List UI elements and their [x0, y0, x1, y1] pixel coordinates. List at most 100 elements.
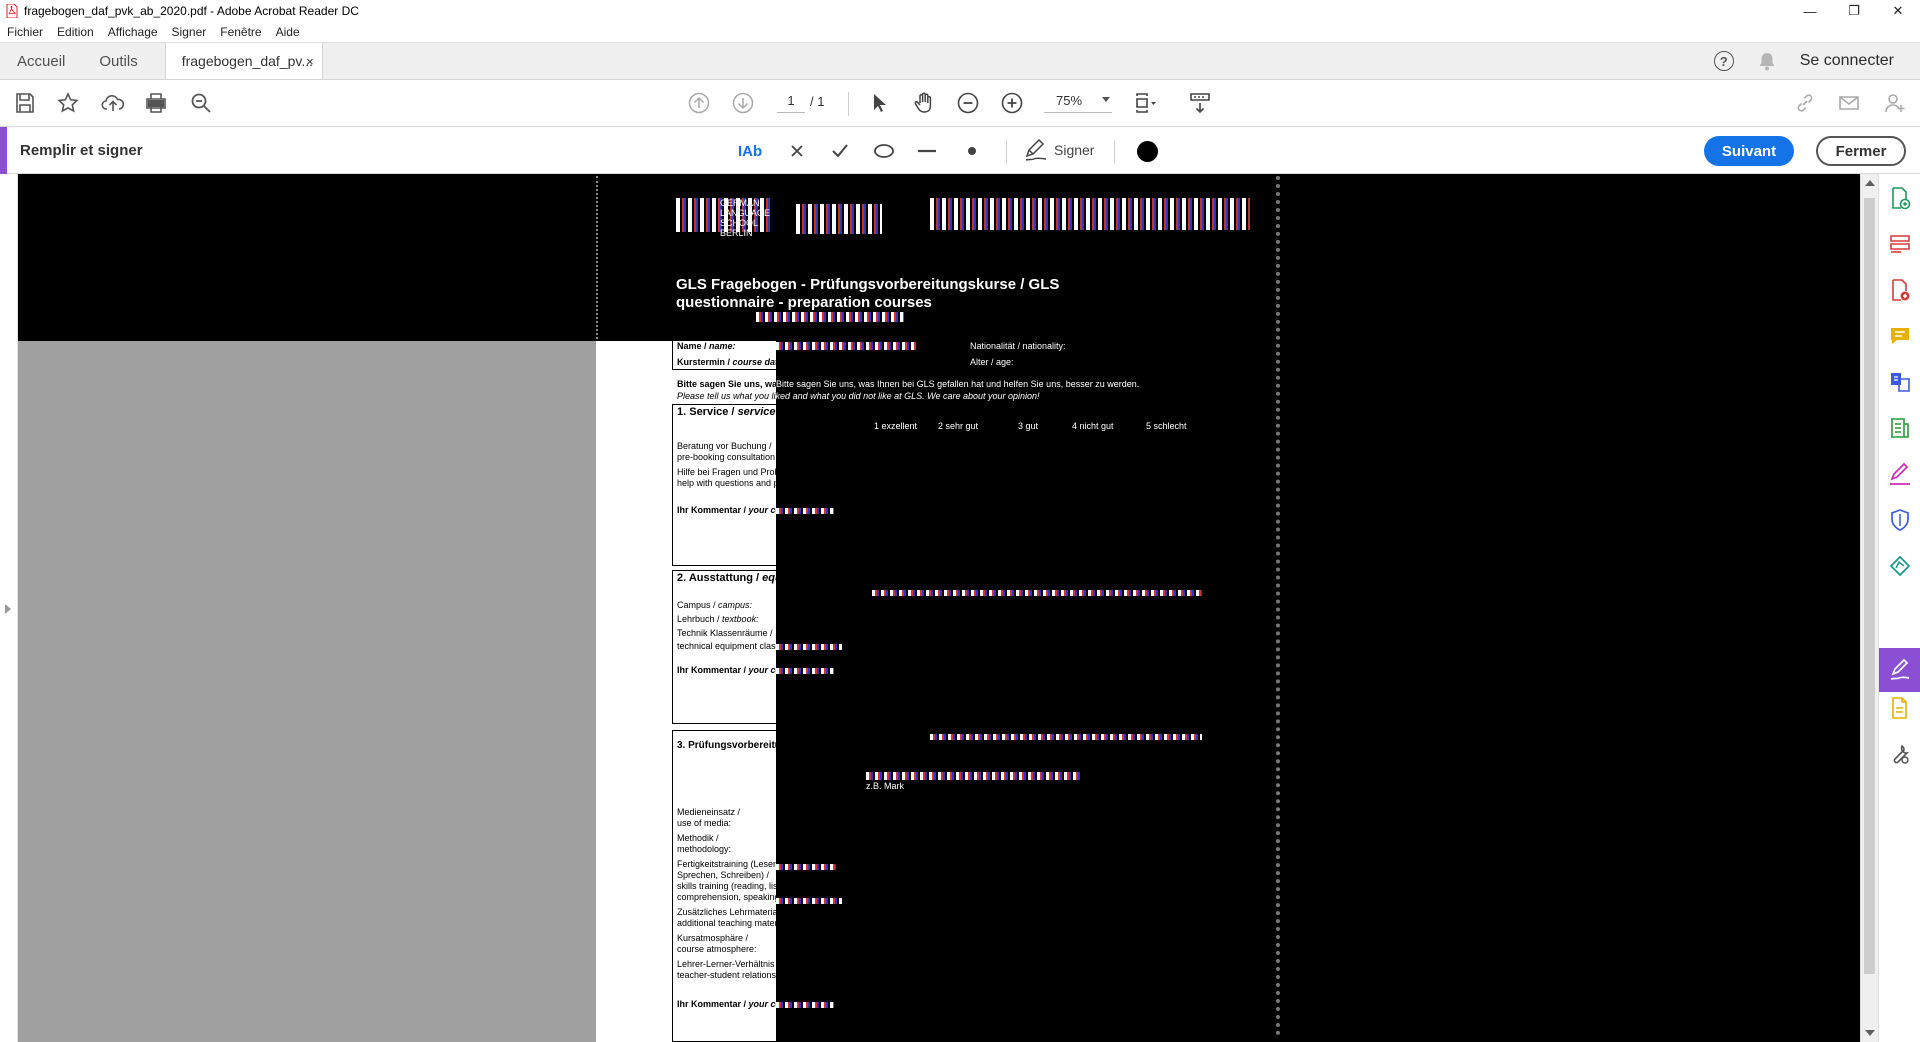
tab-home[interactable]: Accueil	[0, 43, 82, 79]
nationality-label: Nationalität / nationality:	[970, 341, 1066, 351]
s2-row3-en: technical equipment classrooms:	[677, 641, 776, 651]
s3-row6-en: course atmosphere:	[677, 944, 757, 954]
s2-row1: Campus / campus:	[677, 600, 753, 610]
hand-tool-icon[interactable]	[911, 90, 937, 116]
scroll-up-icon[interactable]	[1865, 180, 1875, 186]
scroll-thumb[interactable]	[1864, 198, 1875, 974]
window-title: fragebogen_daf_pvk_ab_2020.pdf - Adobe A…	[24, 4, 359, 18]
logo-text: GERMAN LANGUAGE SCHOOL BERLIN	[720, 198, 771, 238]
render-artifact	[756, 312, 904, 322]
share-link-icon[interactable]	[1792, 90, 1818, 116]
wrench-tools-icon[interactable]	[1888, 742, 1912, 766]
s3-row1-en: use of media:	[677, 818, 732, 828]
example-artifact	[866, 772, 1082, 780]
intro-en: Please tell us what you liked and what y…	[776, 391, 1040, 401]
bookmark-star-icon[interactable]	[55, 90, 81, 116]
checkmark-icon[interactable]	[830, 139, 850, 163]
menu-signer[interactable]: Signer	[165, 25, 214, 39]
add-person-icon[interactable]	[1882, 90, 1908, 116]
help-icon[interactable]: ?	[1713, 51, 1734, 71]
toolbar-divider	[848, 92, 849, 116]
create-pdf-icon[interactable]	[1888, 278, 1912, 302]
cloud-upload-icon[interactable]	[100, 90, 126, 116]
close-window-button[interactable]: ✕	[1876, 0, 1920, 22]
s2-row2: Lehrbuch / textbook:	[677, 614, 759, 624]
render-artifact	[776, 898, 842, 904]
right-tools-pane	[1878, 174, 1920, 1042]
pen-sign-icon	[1025, 139, 1047, 161]
vertical-scrollbar[interactable]	[1860, 174, 1878, 1042]
s3-row2-en: methodology:	[677, 844, 732, 854]
dot-icon[interactable]	[962, 139, 982, 163]
zoom-out-icon[interactable]	[955, 90, 981, 116]
section2-title: 2. Ausstattung / equipment & facilities	[677, 572, 876, 584]
ellipse-icon[interactable]	[872, 139, 896, 163]
print-icon[interactable]	[143, 90, 169, 116]
name-input-artifact[interactable]	[776, 342, 916, 350]
search-icon[interactable]	[188, 90, 214, 116]
select-pointer-icon[interactable]	[866, 90, 892, 116]
combine-files-icon[interactable]	[1888, 370, 1912, 394]
close-tab-icon[interactable]: ×	[306, 54, 314, 69]
tab-tools[interactable]: Outils	[82, 43, 154, 79]
fill-sign-tool-icon[interactable]	[1888, 462, 1912, 486]
s1-row1-en: pre-booking consultation:	[677, 452, 778, 462]
section3-title: 3. Prüfungsvorbereitungskurs	[677, 740, 820, 751]
email-icon[interactable]	[1836, 90, 1862, 116]
color-picker[interactable]	[1137, 141, 1158, 162]
acrobat-app-icon	[6, 3, 18, 19]
protect-shield-icon[interactable]	[1888, 508, 1912, 532]
menu-aide[interactable]: Aide	[269, 25, 307, 39]
tab-document[interactable]: fragebogen_daf_pv... ×	[164, 43, 323, 79]
zoom-level-select[interactable]: 75%	[1044, 93, 1112, 113]
zoom-in-icon[interactable]	[999, 90, 1025, 116]
s2-row3-de: Technik Klassenräume /	[677, 628, 773, 638]
main-toolbar: 1 / 1 75%	[0, 80, 1920, 127]
pdf-heading: GLS Fragebogen - Prüfungsvorbereitungsku…	[676, 276, 1060, 311]
organize-pages-icon[interactable]	[1888, 232, 1912, 256]
line-icon[interactable]	[916, 139, 938, 163]
expand-pane-icon[interactable]	[5, 604, 11, 614]
fill-sign-toolbar: Remplir et signer IAb Signer Suivant Fer…	[0, 127, 1920, 174]
export-pdf-icon[interactable]	[1888, 186, 1912, 210]
render-artifact	[776, 508, 834, 514]
bell-icon[interactable]	[1758, 51, 1776, 71]
menu-fenetre[interactable]: Fenêtre	[213, 25, 268, 39]
left-navigation-pane[interactable]	[0, 174, 18, 1042]
partner-logo	[796, 204, 882, 234]
next-page-icon[interactable]	[730, 90, 756, 116]
add-text-tool[interactable]: IAb	[738, 139, 762, 163]
menu-fichier[interactable]: Fichier	[0, 25, 50, 39]
render-artifact	[776, 864, 836, 870]
send-for-signature-icon[interactable]	[1888, 554, 1912, 578]
save-icon[interactable]	[12, 90, 38, 116]
minimize-button[interactable]: —	[1788, 0, 1832, 22]
page-total: / 1	[810, 94, 825, 109]
page-fit-icon[interactable]	[1132, 90, 1158, 116]
sign-in-link[interactable]: Se connecter	[1800, 52, 1894, 70]
menu-bar: Fichier Edition Affichage Signer Fenêtre…	[0, 22, 1920, 42]
scroll-down-icon[interactable]	[1865, 1030, 1875, 1036]
language-flags	[930, 198, 1250, 230]
menu-edition[interactable]: Edition	[50, 25, 101, 39]
fill-sign-active-icon[interactable]	[1879, 648, 1920, 692]
fill-sign-divider	[1006, 140, 1007, 164]
next-button[interactable]: Suivant	[1704, 136, 1794, 166]
cross-mark-icon[interactable]	[787, 139, 807, 163]
comment-icon[interactable]	[1888, 324, 1912, 348]
menu-affichage[interactable]: Affichage	[101, 25, 165, 39]
compress-pdf-icon[interactable]	[1888, 416, 1912, 440]
zoom-value: 75%	[1056, 93, 1083, 108]
sign-button[interactable]: Signer	[1024, 139, 1094, 161]
restore-button[interactable]: ❐	[1832, 0, 1876, 22]
scroll-mode-icon[interactable]	[1187, 90, 1213, 116]
chevron-down-icon	[1102, 97, 1110, 102]
fill-sign-title: Remplir et signer	[20, 142, 143, 159]
intro-de-visible: Bitte sagen Sie uns, was Ihnen bei GLS g…	[677, 379, 776, 389]
more-tools-document-icon[interactable]	[1888, 696, 1912, 720]
previous-page-icon[interactable]	[686, 90, 712, 116]
page-edge-left	[596, 176, 598, 339]
rating-1: 1 exzellent	[874, 421, 918, 431]
page-number-input[interactable]: 1	[777, 93, 805, 113]
close-fill-sign-button[interactable]: Fermer	[1816, 136, 1906, 166]
